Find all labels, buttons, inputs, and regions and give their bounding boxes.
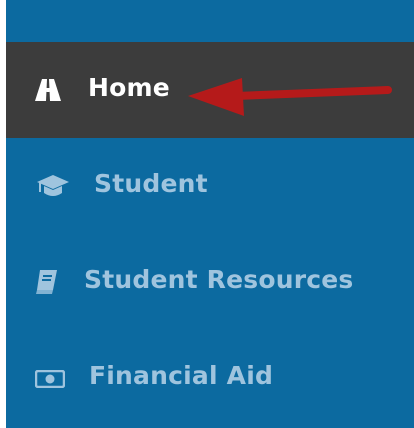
- nav-item-student[interactable]: Student: [6, 138, 414, 234]
- book-icon: [34, 270, 58, 294]
- nav-item-label: Student: [94, 169, 208, 198]
- graduation-cap-icon: [36, 172, 70, 200]
- nav-item-label: Financial Aid: [89, 361, 274, 390]
- annotation-arrow-icon: [184, 42, 404, 142]
- nav-item-label: Student Resources: [84, 265, 354, 294]
- nav-item-label: Home: [88, 73, 170, 102]
- money-bill-icon: [34, 368, 66, 390]
- nav-item-student-resources[interactable]: Student Resources: [6, 234, 414, 330]
- sidebar-nav: Home Student Student Resources Financial…: [6, 0, 414, 428]
- nav-item-financial-aid[interactable]: Financial Aid: [6, 330, 414, 426]
- nav-item-home[interactable]: Home: [6, 42, 414, 138]
- road-icon: [34, 76, 62, 104]
- nav-top-strip: [6, 0, 414, 42]
